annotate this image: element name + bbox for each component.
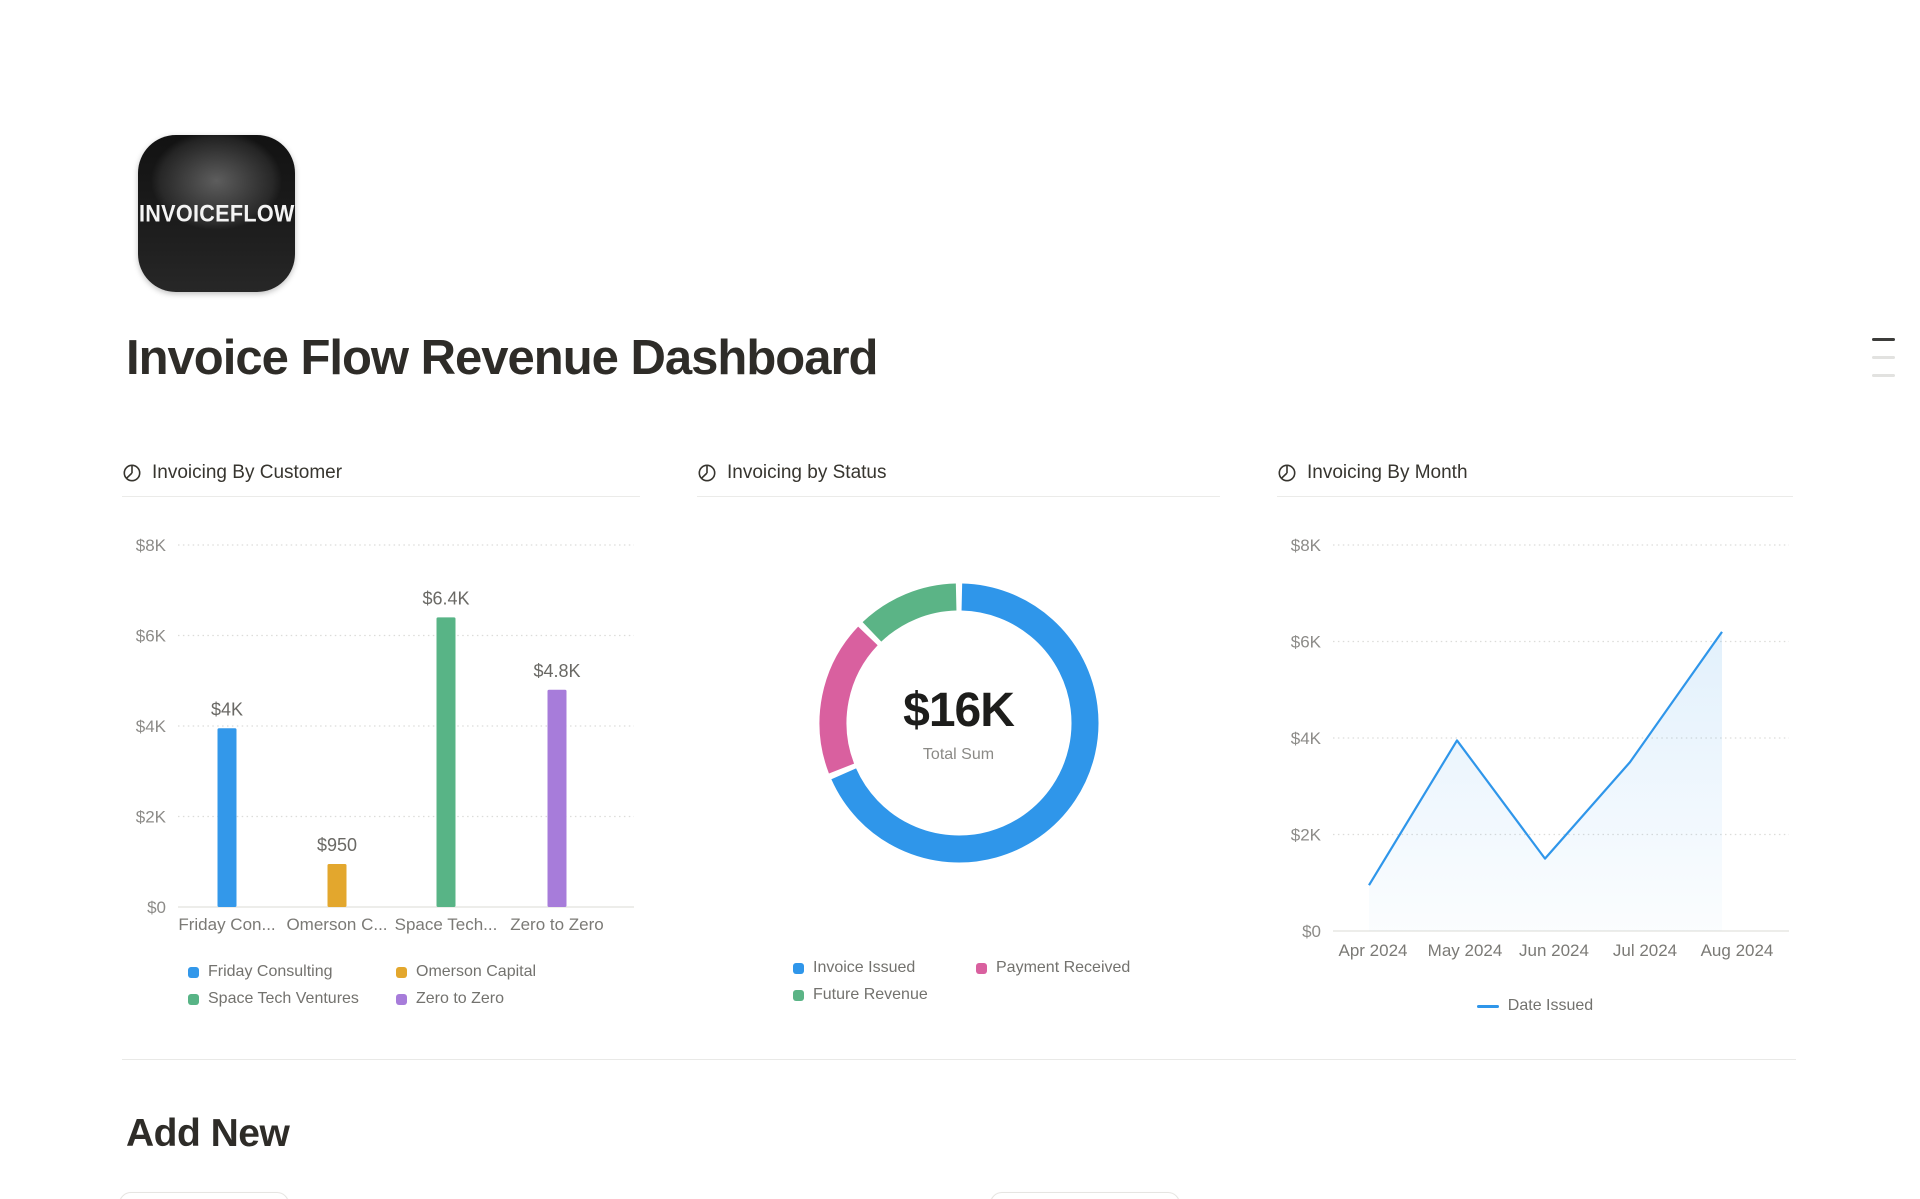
- svg-text:$8K: $8K: [1291, 536, 1322, 555]
- legend-swatch: [188, 993, 199, 1005]
- legend-item: Omerson Capital: [396, 963, 640, 981]
- table-of-contents-toggle[interactable]: [1872, 338, 1895, 382]
- svg-text:$4K: $4K: [1291, 729, 1322, 748]
- svg-text:$0: $0: [1302, 922, 1321, 941]
- svg-text:Apr 2024: Apr 2024: [1339, 941, 1408, 960]
- svg-text:$6.4K: $6.4K: [422, 588, 469, 608]
- legend-label: Date Issued: [1507, 997, 1594, 1014]
- svg-text:Friday Con...: Friday Con...: [178, 915, 275, 934]
- pie-chart-icon: [698, 464, 716, 481]
- svg-text:$4K: $4K: [136, 717, 167, 736]
- svg-text:May 2024: May 2024: [1428, 941, 1503, 960]
- chart-header: Invoicing By Customer: [122, 461, 640, 497]
- legend-label: Omerson Capital: [416, 963, 537, 980]
- toc-line-icon: [1872, 374, 1895, 377]
- legend-swatch: [188, 966, 199, 978]
- section-divider: [122, 1059, 1796, 1060]
- svg-text:Aug 2024: Aug 2024: [1701, 941, 1774, 960]
- svg-text:$0: $0: [147, 898, 166, 917]
- legend-swatch: [976, 962, 987, 974]
- legend-item: Future Revenue: [793, 986, 976, 1004]
- legend-line-swatch: [1476, 1004, 1499, 1008]
- chart-card-invoicing-by-month: Invoicing By Month $0 $2K $4K $6K $8K Apr 202…: [1277, 461, 1793, 1015]
- legend-item: Invoice Issued: [793, 959, 976, 977]
- legend-swatch: [793, 989, 804, 1001]
- bar-chart[interactable]: $0 $2K $4K $6K $8K $4K Friday Con... $950 Omerso…: [122, 530, 640, 950]
- svg-text:Jul 2024: Jul 2024: [1613, 941, 1677, 960]
- svg-text:$6K: $6K: [1291, 633, 1322, 652]
- legend-item: Zero to Zero: [396, 990, 640, 1008]
- donut-svg: [819, 583, 1098, 863]
- chart-header: Invoicing By Month: [1277, 461, 1793, 497]
- pie-chart-icon: [123, 464, 141, 481]
- legend-item: Space Tech Ventures: [188, 990, 396, 1008]
- svg-text:$6K: $6K: [136, 627, 167, 646]
- add-new-card[interactable]: [119, 1192, 289, 1199]
- svg-text:$4.8K: $4.8K: [533, 661, 580, 681]
- legend-item: Friday Consulting: [188, 963, 396, 981]
- line-chart-legend: Date Issued: [1277, 997, 1793, 1015]
- svg-text:Jun 2024: Jun 2024: [1519, 941, 1589, 960]
- line-chart[interactable]: $0 $2K $4K $6K $8K Apr 2024 May 2024 Jun 2024 Ju…: [1277, 530, 1793, 985]
- svg-text:Omerson C...: Omerson C...: [286, 915, 387, 934]
- chart-title: Invoicing By Month: [1307, 461, 1468, 483]
- toc-line-icon: [1872, 356, 1895, 359]
- chart-card-invoicing-by-status: Invoicing by Status $16K Total Sum Invoi…: [697, 461, 1220, 1015]
- svg-text:$950: $950: [317, 835, 357, 855]
- chart-title: Invoicing by Status: [727, 461, 887, 483]
- chart-header: Invoicing by Status: [697, 461, 1220, 497]
- svg-text:Zero to Zero: Zero to Zero: [510, 915, 604, 934]
- legend-swatch: [793, 962, 804, 974]
- legend-label: Zero to Zero: [416, 990, 505, 1007]
- legend-label: Space Tech Ventures: [208, 990, 359, 1007]
- app-logo-text: INVOICEFLOW: [138, 199, 295, 227]
- legend-item: Date Issued: [1476, 997, 1594, 1015]
- page-title: Invoice Flow Revenue Dashboard: [126, 331, 878, 385]
- toc-line-icon: [1872, 338, 1895, 341]
- legend-label: Payment Received: [996, 959, 1131, 976]
- add-new-card[interactable]: [990, 1192, 1180, 1199]
- legend-label: Friday Consulting: [208, 963, 333, 980]
- legend-swatch: [396, 993, 407, 1005]
- app-logo: INVOICEFLOW: [138, 135, 295, 292]
- section-heading: Add New: [126, 1112, 290, 1155]
- charts-row: Invoicing By Customer $0 $2K $4K $6K $8K $4K F…: [122, 461, 1796, 1015]
- legend-swatch: [396, 966, 407, 978]
- chart-card-invoicing-by-customer: Invoicing By Customer $0 $2K $4K $6K $8K $4K F…: [122, 461, 640, 1015]
- svg-text:$8K: $8K: [136, 536, 167, 555]
- svg-text:$2K: $2K: [1291, 826, 1322, 845]
- svg-text:Space Tech...: Space Tech...: [395, 915, 498, 934]
- bar-chart-legend: Friday Consulting Omerson Capital Space …: [188, 963, 640, 1008]
- svg-text:$2K: $2K: [136, 808, 167, 827]
- pie-chart-icon: [1278, 464, 1296, 481]
- chart-title: Invoicing By Customer: [152, 461, 343, 483]
- donut-chart[interactable]: $16K Total Sum: [809, 573, 1109, 873]
- donut-chart-legend: Invoice Issued Payment Received Future R…: [793, 959, 1220, 1004]
- legend-item: Payment Received: [976, 959, 1220, 977]
- legend-label: Future Revenue: [813, 986, 928, 1003]
- svg-text:$4K: $4K: [211, 699, 243, 719]
- legend-label: Invoice Issued: [813, 959, 916, 976]
